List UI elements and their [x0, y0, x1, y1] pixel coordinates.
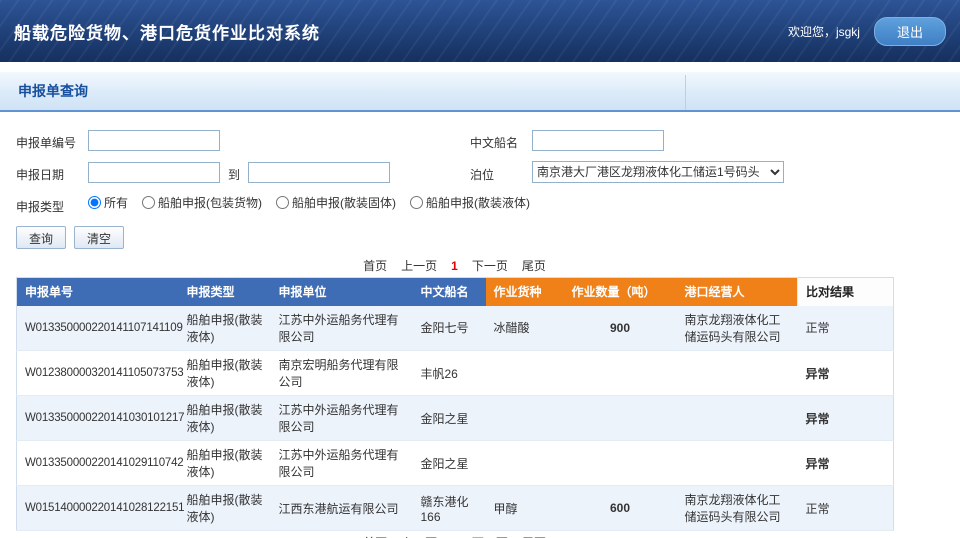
results-table: 申报单号申报类型申报单位中文船名作业货种作业数量（吨）港口经营人比对结果 W01… — [16, 277, 894, 531]
query-button[interactable]: 查询 — [16, 226, 66, 249]
cell-declaration-id: W012380000320141105073753 — [17, 351, 179, 396]
pagination-bottom: 首页上一页1下一页尾页 — [16, 534, 893, 538]
query-form: 申报单编号 中文船名 申报日期 到 泊位 南京港大厂港区龙翔液体化工储运1号码头… — [0, 112, 960, 224]
declare-date-label: 申报日期 — [16, 166, 64, 183]
cell-port-operator: 南京龙翔液体化工储运码头有限公司 — [677, 306, 798, 351]
column-header: 申报类型 — [179, 278, 271, 306]
cell-declaration-agent: 江苏中外运船务代理有限公司 — [271, 396, 413, 441]
cell-compare-result: 异常 — [798, 441, 894, 486]
cell-quantity: 600 — [564, 486, 677, 531]
table-row: W013350000220141029110742船舶申报(散装液体)江苏中外运… — [17, 441, 894, 486]
column-header: 申报单号 — [17, 278, 179, 306]
cell-declaration-type: 船舶申报(散装液体) — [179, 396, 271, 441]
cell-declaration-type: 船舶申报(散装液体) — [179, 306, 271, 351]
welcome-text: 欢迎您，jsgkj — [788, 23, 860, 40]
cell-declaration-type: 船舶申报(散装液体) — [179, 351, 271, 396]
page-last-link[interactable]: 尾页 — [522, 259, 546, 273]
declare-type-radio[interactable] — [276, 196, 289, 209]
date-to-input[interactable] — [248, 162, 390, 183]
declare-type-radio[interactable] — [410, 196, 423, 209]
radio-label: 船舶申报(包装货物) — [158, 194, 262, 211]
column-header: 比对结果 — [798, 278, 894, 306]
cell-quantity — [564, 396, 677, 441]
section-tab-bar: 申报单查询 — [0, 72, 960, 112]
column-header: 申报单位 — [271, 278, 413, 306]
table-row: W013350000220141030101217船舶申报(散装液体)江苏中外运… — [17, 396, 894, 441]
cell-quantity — [564, 441, 677, 486]
cell-declaration-type: 船舶申报(散装液体) — [179, 486, 271, 531]
column-header: 中文船名 — [413, 278, 486, 306]
header-gap — [0, 62, 960, 72]
cell-port-operator — [677, 351, 798, 396]
table-row: W015140000220141028122151船舶申报(散装液体)江西东港航… — [17, 486, 894, 531]
form-actions: 查询 清空 — [16, 226, 960, 254]
table-row: W012380000320141105073753船舶申报(散装液体)南京宏明船… — [17, 351, 894, 396]
page-first-link[interactable]: 首页 — [363, 259, 387, 273]
radio-label: 船舶申报(散装液体) — [426, 194, 530, 211]
declare-type-radio-item[interactable]: 船舶申报(包装货物) — [142, 194, 262, 211]
logout-button[interactable]: 退出 — [874, 17, 946, 46]
declaration-no-label: 申报单编号 — [16, 134, 76, 151]
section-title: 申报单查询 — [18, 81, 88, 101]
declare-type-radio-item[interactable]: 所有 — [88, 194, 128, 211]
berth-select[interactable]: 南京港大厂港区龙翔液体化工储运1号码头 — [532, 161, 784, 183]
cell-declaration-agent: 江西东港航运有限公司 — [271, 486, 413, 531]
header-right: 欢迎您，jsgkj 退出 — [788, 17, 946, 46]
cell-declaration-id: W013350000220141029110742 — [17, 441, 179, 486]
cell-ship-name: 金阳之星 — [413, 441, 486, 486]
cell-declaration-id: W013350000220141030101217 — [17, 396, 179, 441]
cell-declaration-id: W013350000220141107141109 — [17, 306, 179, 351]
declare-type-radio-item[interactable]: 船舶申报(散装固体) — [276, 194, 396, 211]
app-header: 船载危险货物、港口危货作业比对系统 欢迎您，jsgkj 退出 — [0, 0, 960, 62]
ship-name-input[interactable] — [532, 130, 664, 151]
table-row: W013350000220141107141109船舶申报(散装液体)江苏中外运… — [17, 306, 894, 351]
page-current: 1 — [451, 259, 458, 273]
declare-type-radio[interactable] — [88, 196, 101, 209]
cell-cargo-type: 冰醋酸 — [486, 306, 564, 351]
declare-type-radio-group: 所有 船舶申报(包装货物) 船舶申报(散装固体) 船舶申报(散装液体) — [88, 194, 530, 211]
cell-cargo-type — [486, 351, 564, 396]
cell-quantity: 900 — [564, 306, 677, 351]
cell-cargo-type: 甲醇 — [486, 486, 564, 531]
cell-ship-name: 赣东港化166 — [413, 486, 486, 531]
declaration-no-input[interactable] — [88, 130, 220, 151]
cell-compare-result: 正常 — [798, 486, 894, 531]
tab-divider — [685, 75, 686, 110]
declare-type-radio-item[interactable]: 船舶申报(散装液体) — [410, 194, 530, 211]
page-next-link[interactable]: 下一页 — [472, 259, 508, 273]
cell-ship-name: 金阳七号 — [413, 306, 486, 351]
cell-quantity — [564, 351, 677, 396]
radio-label: 所有 — [104, 194, 128, 211]
cell-declaration-agent: 江苏中外运船务代理有限公司 — [271, 306, 413, 351]
ship-name-label: 中文船名 — [470, 134, 518, 151]
berth-label: 泊位 — [470, 166, 494, 183]
cell-cargo-type — [486, 441, 564, 486]
radio-label: 船舶申报(散装固体) — [292, 194, 396, 211]
cell-compare-result: 正常 — [798, 306, 894, 351]
cell-cargo-type — [486, 396, 564, 441]
cell-port-operator: 南京龙翔液体化工储运码头有限公司 — [677, 486, 798, 531]
cell-compare-result: 异常 — [798, 396, 894, 441]
date-to-label: 到 — [228, 166, 240, 183]
column-header: 作业数量（吨） — [564, 278, 677, 306]
app-title: 船载危险货物、港口危货作业比对系统 — [14, 19, 320, 44]
column-header: 作业货种 — [486, 278, 564, 306]
column-header: 港口经营人 — [677, 278, 798, 306]
cell-declaration-agent: 江苏中外运船务代理有限公司 — [271, 441, 413, 486]
cell-declaration-agent: 南京宏明船务代理有限公司 — [271, 351, 413, 396]
declare-type-radio[interactable] — [142, 196, 155, 209]
cell-compare-result: 异常 — [798, 351, 894, 396]
cell-port-operator — [677, 441, 798, 486]
cell-port-operator — [677, 396, 798, 441]
clear-button[interactable]: 清空 — [74, 226, 124, 249]
cell-declaration-type: 船舶申报(散装液体) — [179, 441, 271, 486]
page-prev-link[interactable]: 上一页 — [401, 259, 437, 273]
cell-declaration-id: W015140000220141028122151 — [17, 486, 179, 531]
cell-ship-name: 丰帆26 — [413, 351, 486, 396]
declare-type-label: 申报类型 — [16, 198, 64, 215]
date-from-input[interactable] — [88, 162, 220, 183]
cell-ship-name: 金阳之星 — [413, 396, 486, 441]
pagination-top: 首页上一页 1 下一页尾页 — [16, 257, 893, 274]
table-header-row: 申报单号申报类型申报单位中文船名作业货种作业数量（吨）港口经营人比对结果 — [17, 278, 894, 306]
